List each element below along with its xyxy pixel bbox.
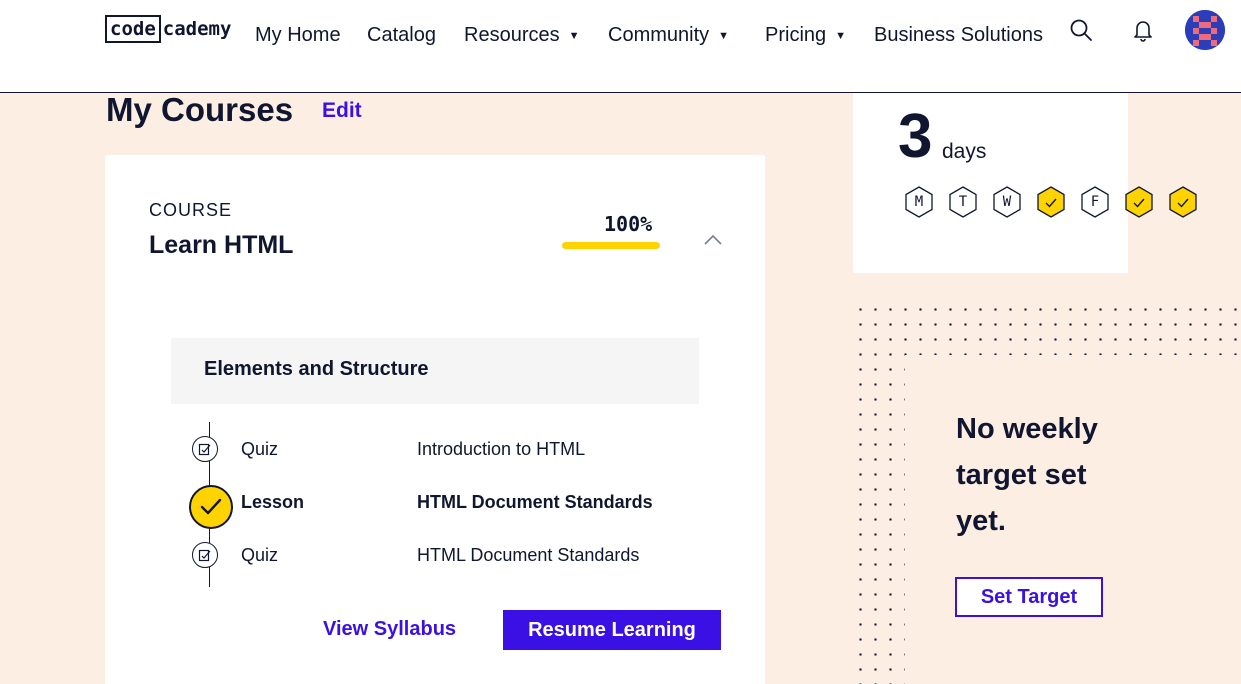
view-syllabus-link[interactable]: View Syllabus xyxy=(323,618,456,641)
nav-resources[interactable]: Resources ▼ xyxy=(464,24,580,47)
progress-bar-fill xyxy=(562,242,660,249)
logo-box: code xyxy=(105,15,161,43)
streak-day-icon: T xyxy=(947,185,979,219)
progress-percent: 100% xyxy=(604,212,653,236)
top-nav: code cademy My Home Catalog Resources ▼ Co… xyxy=(0,0,1241,93)
resume-learning-button[interactable]: Resume Learning xyxy=(503,610,721,650)
chevron-down-icon: ▼ xyxy=(835,29,847,42)
chevron-down-icon: ▼ xyxy=(718,29,730,42)
course-title[interactable]: Learn HTML xyxy=(149,231,293,260)
streak-day-letter: M xyxy=(914,194,924,210)
streak-count: 3 xyxy=(898,102,933,171)
streak-days: MTWF xyxy=(903,185,1203,221)
list-item[interactable]: Lesson HTML Document Standards xyxy=(105,482,765,529)
target-message: No weekly target set yet. xyxy=(956,413,1098,537)
avatar-pattern-icon xyxy=(1185,10,1225,50)
item-type: Lesson xyxy=(241,492,305,512)
streak-day-icon: F xyxy=(1079,185,1111,219)
avatar[interactable] xyxy=(1185,10,1225,50)
item-title: HTML Document Standards xyxy=(417,492,653,512)
progress-bar xyxy=(562,242,660,249)
search-icon[interactable] xyxy=(1067,16,1095,44)
streak-day-icon: W xyxy=(991,185,1023,219)
streak-day-icon xyxy=(1035,185,1067,219)
chevron-up-icon[interactable] xyxy=(703,233,723,247)
set-target-button[interactable]: Set Target xyxy=(955,577,1103,617)
nav-pricing[interactable]: Pricing ▼ xyxy=(765,24,846,47)
streak-day-letter: W xyxy=(1002,194,1012,210)
page-title: My Courses xyxy=(106,91,294,128)
weekly-target-card: No weekly target set yet. Set Target xyxy=(905,355,1241,684)
streak-unit: days xyxy=(942,140,987,163)
nav-catalog[interactable]: Catalog xyxy=(367,24,436,47)
course-card: COURSE Learn HTML 100% Elements and Stru… xyxy=(105,155,765,684)
streak-day-icon: M xyxy=(903,185,935,219)
chevron-down-icon: ▼ xyxy=(568,29,580,42)
module-header[interactable]: Elements and Structure xyxy=(171,338,699,404)
nav-business-solutions[interactable]: Business Solutions xyxy=(874,24,1043,47)
checkmark-icon xyxy=(189,485,233,529)
streak-day-letter: F xyxy=(1090,194,1100,210)
streak-day-icon xyxy=(1123,185,1155,219)
item-title: Introduction to HTML xyxy=(417,439,586,459)
edit-link[interactable]: Edit xyxy=(322,99,362,123)
streak-day-icon xyxy=(1167,185,1199,219)
nav-community[interactable]: Community ▼ xyxy=(608,24,729,47)
item-type: Quiz xyxy=(241,439,279,459)
quiz-icon xyxy=(192,542,218,568)
item-title: HTML Document Standards xyxy=(417,545,640,565)
bell-icon[interactable] xyxy=(1129,16,1157,44)
quiz-icon xyxy=(192,436,218,462)
codecademy-logo[interactable]: code cademy xyxy=(105,15,231,43)
streak-card: 3 days M T W F xyxy=(853,93,1197,273)
list-item[interactable]: Quiz Introduction to HTML xyxy=(105,429,765,469)
logo-text: cademy xyxy=(162,18,232,40)
nav-my-home[interactable]: My Home xyxy=(255,24,341,47)
course-eyebrow: COURSE xyxy=(149,200,233,220)
item-type: Quiz xyxy=(241,545,279,565)
module-title: Elements and Structure xyxy=(204,358,429,380)
list-item[interactable]: Quiz HTML Document Standards xyxy=(105,535,765,575)
streak-day-letter: T xyxy=(958,194,968,210)
